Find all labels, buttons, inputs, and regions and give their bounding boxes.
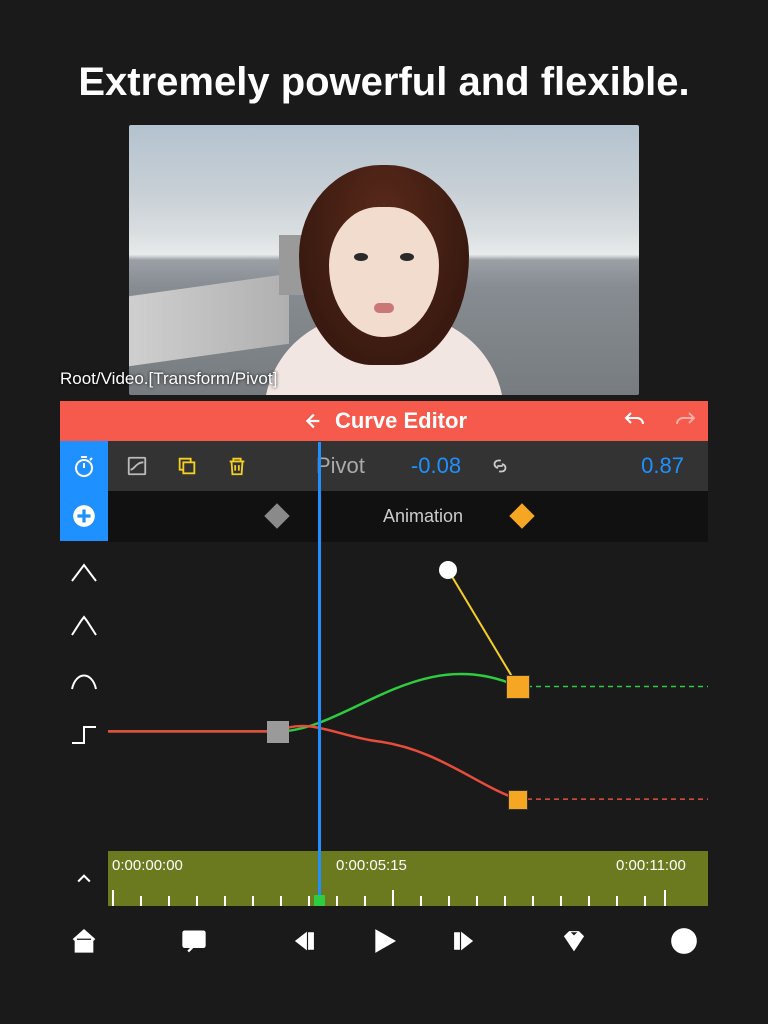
- green-curve[interactable]: [108, 674, 518, 731]
- ruler-tick-major: [392, 890, 394, 906]
- layer-path-breadcrumb: Root/Video.[Transform/Pivot]: [60, 369, 277, 389]
- step-forward-icon[interactable]: [450, 927, 478, 955]
- ruler-expand-icon[interactable]: [60, 851, 108, 906]
- link-icon[interactable]: [489, 455, 511, 477]
- ruler-tick-minor: [420, 896, 422, 906]
- bezier-interp-icon[interactable]: [70, 669, 98, 693]
- timecode-mid: 0:00:05:15: [336, 857, 407, 874]
- curve-editor-header: Curve Editor: [60, 401, 708, 441]
- tangent-line[interactable]: [448, 570, 518, 687]
- help-icon[interactable]: [670, 927, 698, 955]
- ruler-tick-minor: [168, 896, 170, 906]
- timeline-ruler-row: 0:00:00:00 0:00:05:15 0:00:11:00: [60, 851, 708, 906]
- bottom-toolbar: [60, 916, 708, 966]
- ruler-tick-minor: [448, 896, 450, 906]
- redo-icon[interactable]: [674, 409, 698, 433]
- ease-interp-icon[interactable]: [70, 615, 98, 639]
- premium-diamond-icon[interactable]: [560, 927, 588, 955]
- ruler-tick-minor: [644, 896, 646, 906]
- timeline-ruler[interactable]: 0:00:00:00 0:00:05:15 0:00:11:00: [108, 851, 708, 906]
- ruler-tick-major: [664, 890, 666, 906]
- keyframe-marker-active[interactable]: [509, 503, 534, 528]
- video-preview[interactable]: [129, 125, 639, 395]
- marketing-heading: Extremely powerful and flexible.: [0, 60, 768, 105]
- add-keyframe-button[interactable]: [60, 491, 108, 541]
- property-value-y[interactable]: 0.87: [641, 453, 684, 479]
- playhead-handle[interactable]: [314, 895, 325, 906]
- ruler-tick-minor: [364, 896, 366, 906]
- animation-keyframe-row: Animation: [60, 491, 708, 541]
- keyframe-marker-inactive[interactable]: [264, 503, 289, 528]
- ruler-tick-minor: [336, 896, 338, 906]
- ruler-tick-major: [112, 890, 114, 906]
- ruler-tick-minor: [308, 896, 310, 906]
- linear-interp-icon[interactable]: [70, 561, 98, 585]
- ruler-tick-minor: [140, 896, 142, 906]
- tangent-handle[interactable]: [439, 561, 457, 579]
- trash-icon[interactable]: [226, 455, 248, 477]
- curve-graph-area: [60, 541, 708, 851]
- step-interp-icon[interactable]: [70, 723, 98, 747]
- keyframe-handle-red[interactable]: [508, 790, 528, 810]
- ruler-tick-minor: [476, 896, 478, 906]
- curve-graph-icon[interactable]: [126, 455, 148, 477]
- keyframe-handle-green[interactable]: [506, 675, 530, 699]
- header-title: Curve Editor: [335, 408, 467, 434]
- copy-icon[interactable]: [176, 455, 198, 477]
- ruler-tick-minor: [560, 896, 562, 906]
- red-curve[interactable]: [108, 726, 518, 799]
- back-icon[interactable]: [301, 410, 323, 432]
- ruler-tick-minor: [588, 896, 590, 906]
- undo-icon[interactable]: [622, 409, 646, 433]
- playhead-line[interactable]: [318, 442, 321, 906]
- property-name: Pivot: [316, 453, 365, 479]
- animation-label: Animation: [383, 506, 463, 527]
- ruler-tick-minor: [196, 896, 198, 906]
- step-back-icon[interactable]: [290, 927, 318, 955]
- ruler-tick-minor: [224, 896, 226, 906]
- ruler-tick-minor: [504, 896, 506, 906]
- timecode-start: 0:00:00:00: [112, 857, 183, 874]
- interpolation-tools: [60, 541, 108, 851]
- timecode-end: 0:00:11:00: [616, 857, 686, 874]
- ruler-tick-minor: [280, 896, 282, 906]
- home-icon[interactable]: [70, 927, 98, 955]
- property-value-x[interactable]: -0.08: [411, 453, 461, 479]
- play-icon[interactable]: [368, 925, 400, 957]
- timer-tab[interactable]: [60, 441, 108, 491]
- property-options-row: Pivot -0.08 0.87: [60, 441, 708, 491]
- ruler-tick-minor: [532, 896, 534, 906]
- curve-canvas[interactable]: [108, 541, 708, 851]
- ruler-tick-minor: [252, 896, 254, 906]
- ruler-tick-minor: [616, 896, 618, 906]
- preview-area: Root/Video.[Transform/Pivot]: [60, 125, 708, 395]
- keyframe-handle-start[interactable]: [267, 721, 289, 743]
- comments-icon[interactable]: [180, 927, 208, 955]
- scene-figure: [254, 135, 514, 395]
